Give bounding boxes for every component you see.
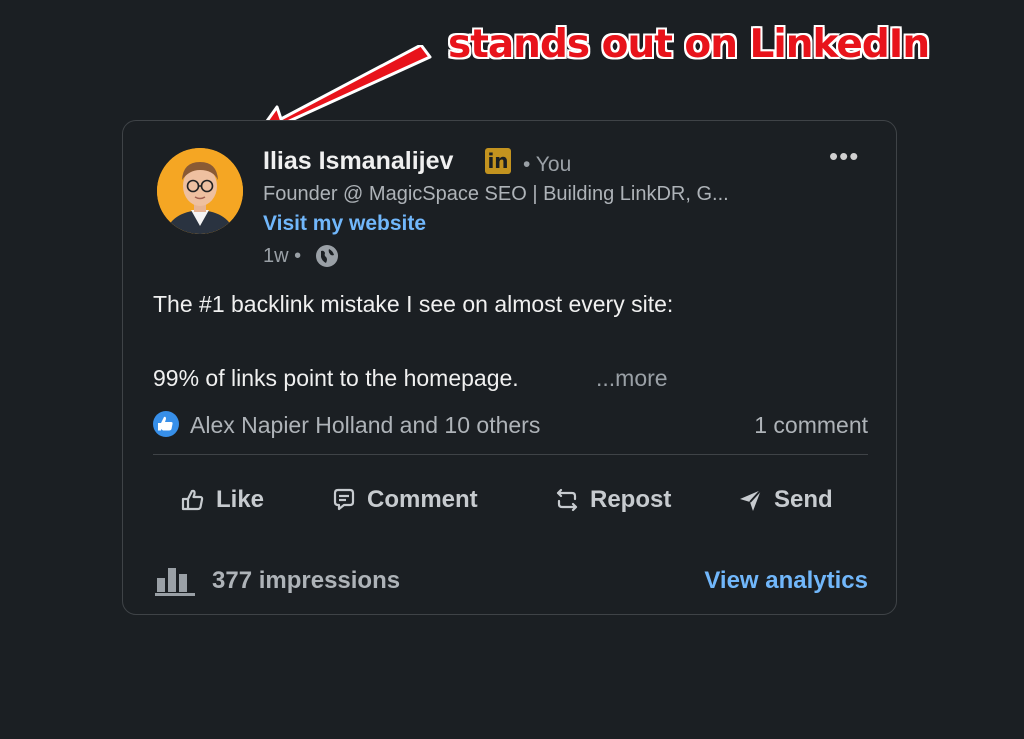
author-name[interactable]: Ilias Ismanalijev	[263, 147, 453, 176]
like-button[interactable]: Like	[179, 486, 264, 514]
author-avatar[interactable]	[157, 148, 243, 234]
impressions-count[interactable]: 377 impressions	[212, 567, 400, 595]
comment-button[interactable]: Comment	[330, 486, 478, 514]
send-label: Send	[774, 486, 833, 513]
post-timestamp: 1w •	[263, 245, 302, 267]
bar-chart-icon	[155, 568, 195, 596]
like-label: Like	[216, 486, 265, 513]
connection-degree: • You	[523, 153, 572, 176]
author-headline: Founder @ MagicSpace SEO | Building Link…	[263, 183, 729, 205]
globe-icon	[316, 245, 338, 267]
repost-label: Repost	[590, 486, 672, 513]
visit-website-link[interactable]: Visit my website	[263, 212, 426, 236]
comments-count[interactable]: 1 comment	[754, 412, 868, 439]
send-icon	[740, 489, 762, 511]
comment-icon	[333, 488, 355, 511]
see-more-link[interactable]: ...more	[596, 365, 668, 392]
repost-icon	[556, 488, 578, 512]
more-options-icon[interactable]: •••	[829, 141, 859, 172]
post-card: Ilias Ismanalijev in • You Founder @ Mag…	[122, 120, 897, 615]
post-text-line: 99% of links point to the homepage.	[153, 365, 519, 391]
thumbs-up-icon	[181, 489, 204, 511]
comment-label: Comment	[367, 486, 478, 513]
post-text-line: The #1 backlink mistake I see on almost …	[153, 291, 674, 317]
repost-button[interactable]: Repost	[553, 486, 671, 514]
view-analytics-link[interactable]: View analytics	[704, 567, 868, 595]
divider	[153, 454, 868, 455]
like-reaction-icon	[153, 411, 179, 437]
annotation-caption: stands out on LinkedIn	[448, 22, 930, 67]
send-button[interactable]: Send	[737, 486, 833, 514]
reactions-summary[interactable]: Alex Napier Holland and 10 others	[190, 412, 540, 439]
linkedin-premium-icon: in	[485, 148, 511, 174]
